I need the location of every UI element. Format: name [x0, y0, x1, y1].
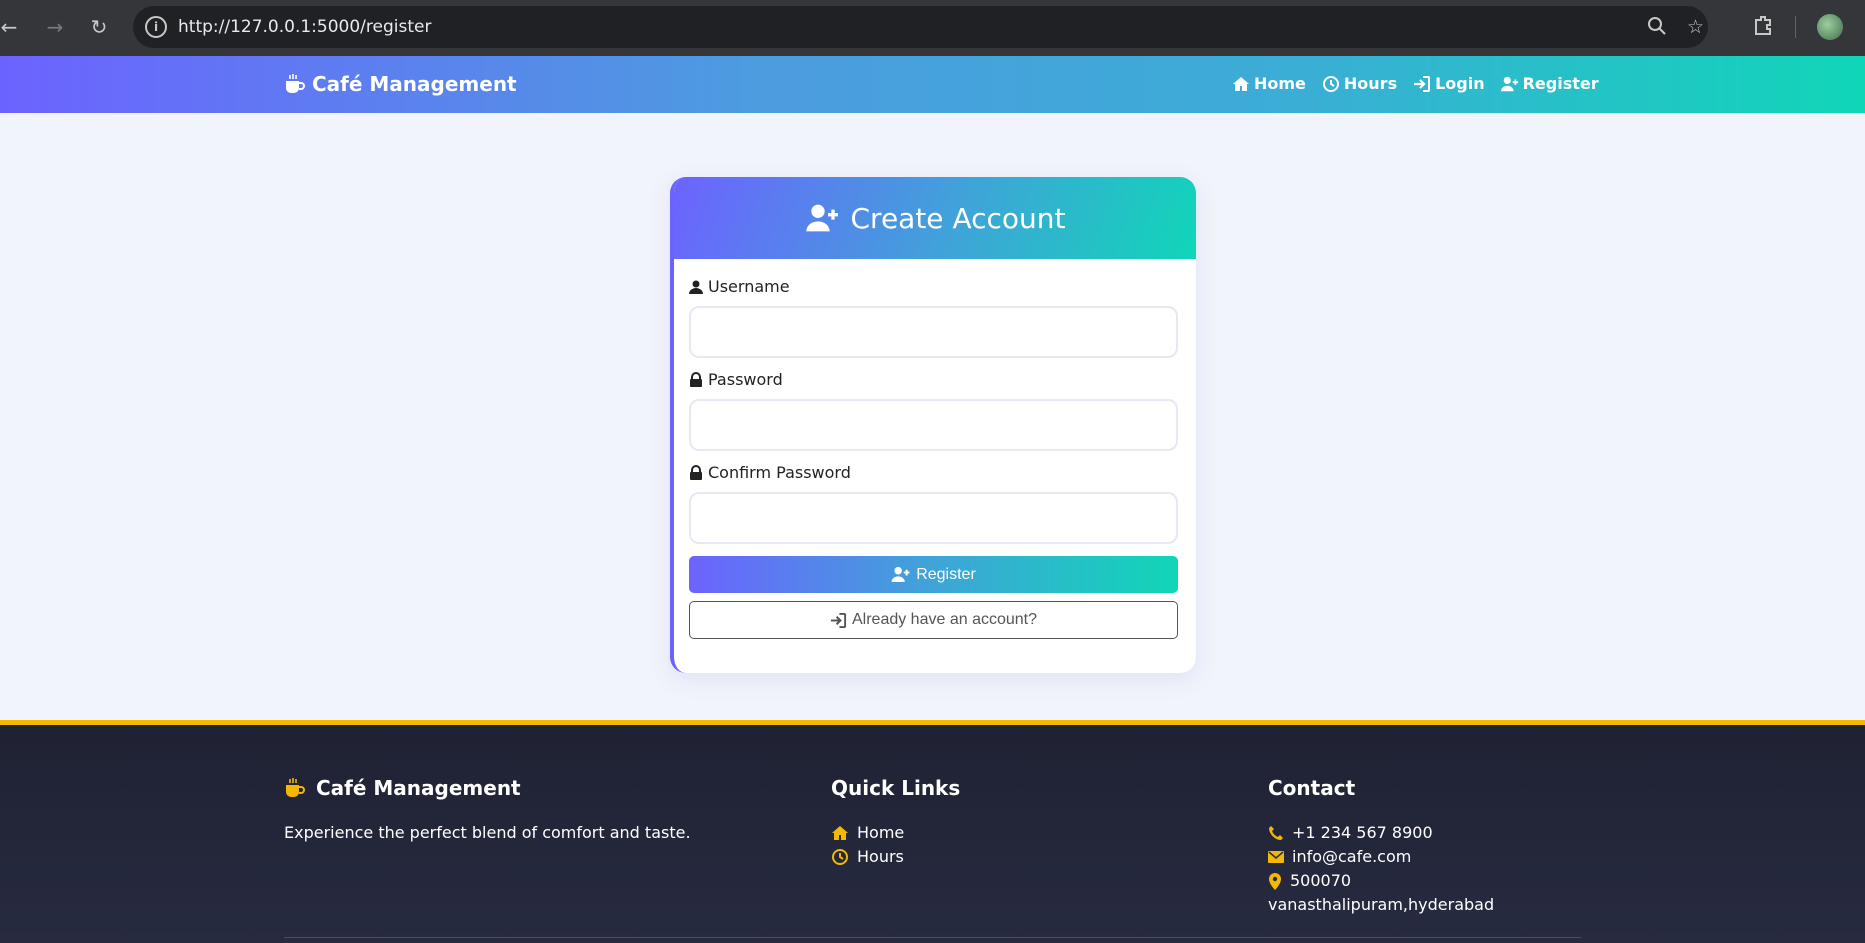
footer-link-label: Home: [857, 823, 905, 842]
confirm-password-input[interactable]: [689, 492, 1178, 544]
contact-phone-text: +1 234 567 8900: [1292, 823, 1433, 842]
password-input[interactable]: [689, 399, 1178, 451]
contact-phone: +1 234 567 8900: [1268, 821, 1494, 845]
home-icon: [832, 826, 848, 840]
lock-icon: [690, 372, 702, 387]
footer-quick-links: Quick Links Home Hours: [831, 776, 960, 869]
quick-links-title: Quick Links: [831, 776, 961, 800]
navbar-links: Home Hours Login Register: [1232, 74, 1599, 93]
card-title: Create Account: [850, 201, 1066, 235]
forward-icon[interactable]: →: [42, 14, 68, 40]
login-button-label: Already have an account?: [851, 611, 1037, 628]
nav-link-label: Hours: [1343, 74, 1398, 93]
confirm-password-label: Confirm Password: [689, 463, 1181, 482]
user-plus-icon: [805, 204, 838, 232]
zoom-icon[interactable]: [1647, 16, 1667, 41]
bookmark-star-icon[interactable]: ☆: [1687, 16, 1704, 38]
footer-tagline: Experience the perfect blend of comfort …: [284, 823, 691, 842]
phone-icon: [1269, 826, 1283, 840]
footer-link-label: Hours: [857, 847, 904, 866]
footer-link-hours[interactable]: Hours: [831, 845, 960, 869]
contact-email-text: info@cafe.com: [1292, 847, 1412, 866]
confirm-password-label-text: Confirm Password: [708, 463, 851, 482]
site-info-icon[interactable]: i: [145, 16, 167, 38]
footer-link-home[interactable]: Home: [831, 821, 960, 845]
footer-divider: [284, 937, 1581, 938]
extensions-icon[interactable]: [1752, 14, 1774, 41]
register-card: Create Account Username Password Confirm…: [670, 177, 1196, 673]
register-button[interactable]: Register: [689, 556, 1178, 593]
nav-link-hours[interactable]: Hours: [1322, 74, 1397, 93]
user-plus-icon: [1500, 76, 1518, 91]
browser-toolbar: ← → ↻ i http://127.0.0.1:5000/register ☆: [0, 0, 1865, 56]
username-label: Username: [689, 277, 1181, 296]
user-plus-icon: [891, 566, 910, 583]
address-bar[interactable]: i http://127.0.0.1:5000/register ☆: [133, 6, 1708, 48]
user-icon: [689, 280, 703, 294]
username-group: Username: [689, 277, 1181, 358]
reload-icon[interactable]: ↻: [86, 14, 112, 40]
contact-pin-text: 500070: [1290, 871, 1352, 890]
footer-brand-label: Café Management: [316, 776, 521, 800]
nav-link-login[interactable]: Login: [1413, 74, 1485, 93]
navbar-brand-label: Café Management: [312, 72, 517, 96]
map-pin-icon: [1269, 872, 1281, 890]
footer-brand: Café Management: [284, 776, 691, 800]
footer-contact: Contact +1 234 567 8900 info@cafe.com 50…: [1268, 776, 1494, 917]
contact-pin: 500070: [1268, 869, 1494, 893]
nav-link-register[interactable]: Register: [1500, 74, 1599, 93]
username-input[interactable]: [689, 306, 1178, 358]
card-header: Create Account: [674, 177, 1196, 259]
profile-avatar[interactable]: [1817, 14, 1843, 40]
navbar-brand[interactable]: Café Management: [284, 72, 517, 96]
contact-email: info@cafe.com: [1268, 845, 1494, 869]
nav-link-label: Home: [1254, 74, 1306, 93]
lock-icon: [690, 465, 702, 480]
clock-icon: [832, 849, 848, 865]
nav-link-label: Register: [1522, 74, 1599, 93]
toolbar-divider: [1795, 16, 1796, 38]
site-footer: Café Management Experience the perfect b…: [0, 720, 1865, 943]
password-group: Password: [689, 370, 1181, 451]
register-form: Username Password Confirm Password Regis…: [674, 259, 1196, 639]
contact-address: vanasthalipuram,hyderabad: [1268, 895, 1495, 914]
confirm-password-group: Confirm Password: [689, 463, 1181, 544]
contact-title: Contact: [1268, 776, 1356, 800]
username-label-text: Username: [708, 277, 790, 296]
clock-icon: [1322, 75, 1339, 92]
password-label-text: Password: [708, 370, 783, 389]
envelope-icon: [1268, 851, 1284, 863]
home-icon: [1233, 76, 1249, 91]
nav-link-home[interactable]: Home: [1232, 74, 1306, 93]
already-have-account-button[interactable]: Already have an account?: [689, 601, 1178, 639]
site-navbar: Café Management Home Hours Login Registe…: [0, 56, 1865, 113]
coffee-cup-icon: [286, 778, 305, 797]
password-label: Password: [689, 370, 1181, 389]
login-icon: [830, 612, 847, 628]
back-icon[interactable]: ←: [0, 14, 22, 40]
nav-link-label: Login: [1435, 74, 1485, 93]
footer-about: Café Management Experience the perfect b…: [284, 776, 691, 845]
coffee-cup-icon: [286, 74, 305, 93]
register-button-label: Register: [916, 565, 976, 583]
login-icon: [1414, 75, 1431, 92]
url-text[interactable]: http://127.0.0.1:5000/register: [178, 17, 431, 37]
